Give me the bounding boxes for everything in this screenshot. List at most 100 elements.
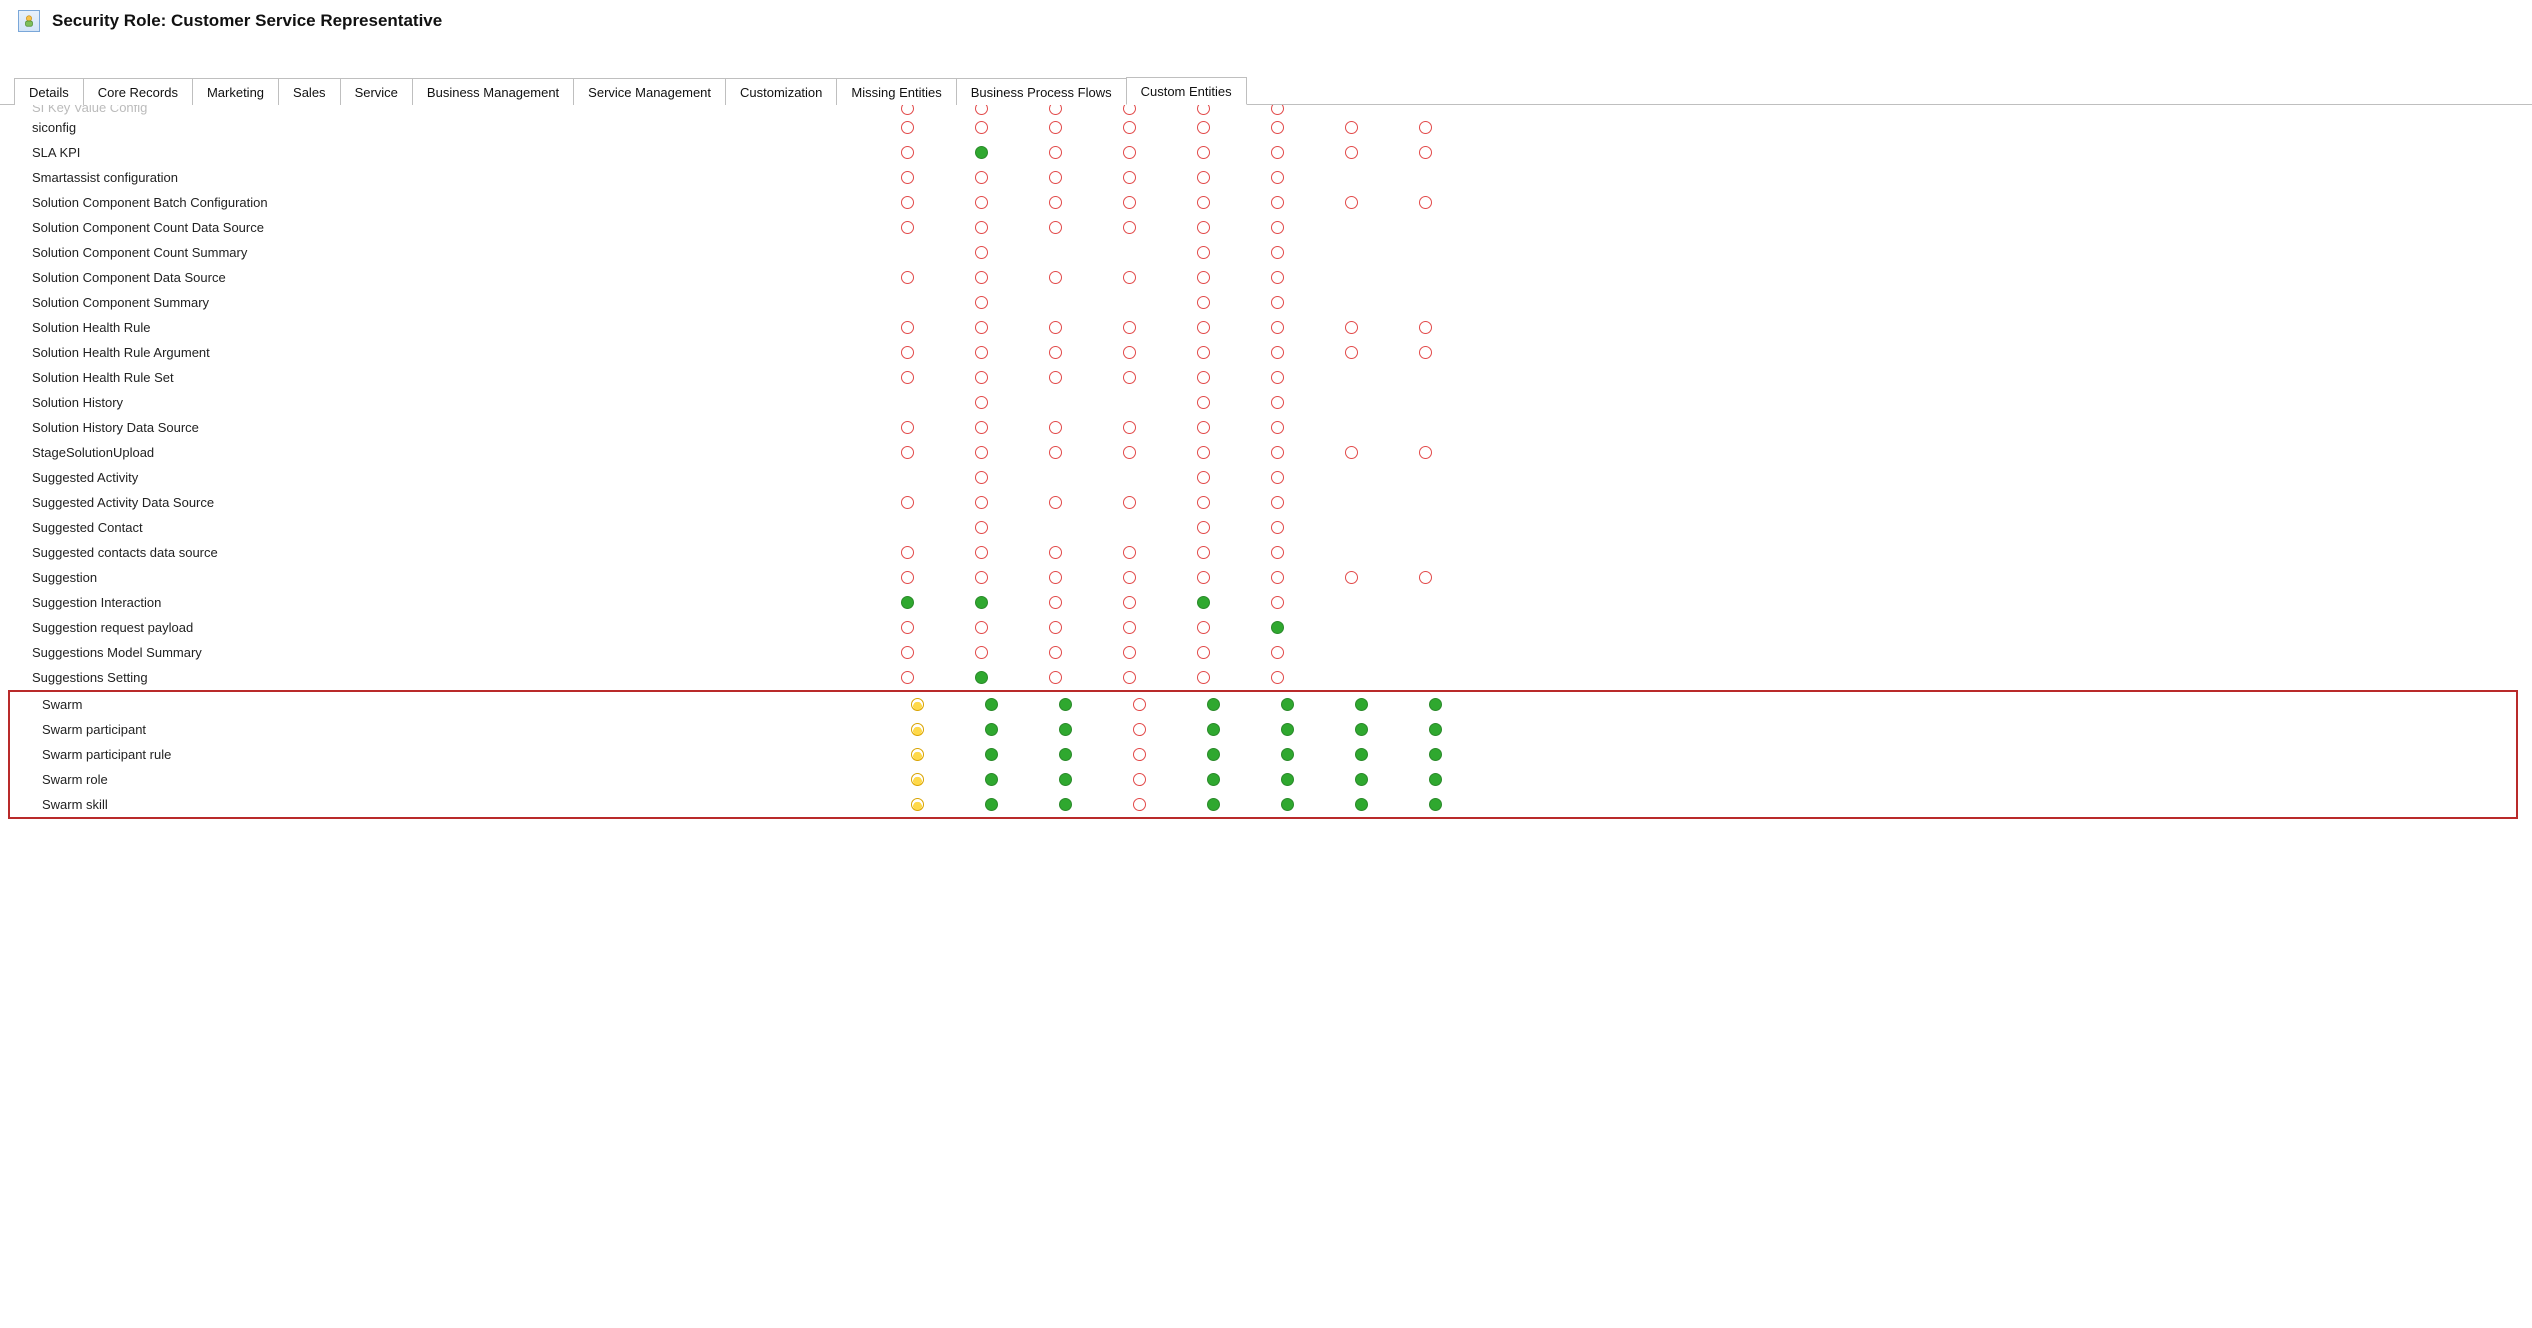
privilege-cell[interactable] [1102,748,1176,761]
privilege-cell[interactable] [1240,496,1314,509]
privilege-cell[interactable] [1092,321,1166,334]
privilege-cell[interactable] [1018,346,1092,359]
tab-core-records[interactable]: Core Records [83,78,193,105]
privilege-cell[interactable] [944,196,1018,209]
privilege-cell[interactable] [1324,723,1398,736]
privilege-cell[interactable] [870,171,944,184]
privilege-cell[interactable] [1240,196,1314,209]
privilege-cell[interactable] [1028,698,1102,711]
privilege-cell[interactable] [1018,196,1092,209]
privilege-cell[interactable] [1166,421,1240,434]
privilege-cell[interactable] [1166,121,1240,134]
privilege-cell[interactable] [870,346,944,359]
tab-business-management[interactable]: Business Management [412,78,574,105]
privilege-cell[interactable] [1102,773,1176,786]
privilege-cell[interactable] [1324,798,1398,811]
privilege-cell[interactable] [1092,271,1166,284]
tab-service-management[interactable]: Service Management [573,78,726,105]
privilege-cell[interactable] [944,521,1018,534]
privilege-cell[interactable] [1240,105,1314,115]
privilege-cell[interactable] [1028,773,1102,786]
privilege-cell[interactable] [1166,346,1240,359]
privilege-cell[interactable] [1240,421,1314,434]
privilege-cell[interactable] [944,146,1018,159]
privilege-cell[interactable] [1324,698,1398,711]
privilege-cell[interactable] [1092,171,1166,184]
privilege-cell[interactable] [1166,396,1240,409]
privilege-cell[interactable] [1102,723,1176,736]
privilege-cell[interactable] [870,196,944,209]
privilege-cell[interactable] [1166,296,1240,309]
privilege-cell[interactable] [1388,196,1462,209]
privilege-cell[interactable] [1028,748,1102,761]
privilege-cell[interactable] [1240,271,1314,284]
privilege-cell[interactable] [1092,446,1166,459]
privilege-cell[interactable] [1398,723,1472,736]
privilege-cell[interactable] [1018,446,1092,459]
privilege-cell[interactable] [1018,121,1092,134]
privilege-cell[interactable] [944,271,1018,284]
privilege-cell[interactable] [870,371,944,384]
privilege-cell[interactable] [1018,171,1092,184]
privilege-cell[interactable] [1176,773,1250,786]
privilege-cell[interactable] [880,723,954,736]
privilege-cell[interactable] [1388,146,1462,159]
privilege-cell[interactable] [1398,698,1472,711]
privilege-cell[interactable] [1092,496,1166,509]
privilege-cell[interactable] [1398,748,1472,761]
privilege-cell[interactable] [870,571,944,584]
privilege-cell[interactable] [1398,798,1472,811]
privilege-cell[interactable] [1240,221,1314,234]
privilege-cell[interactable] [1092,671,1166,684]
privilege-cell[interactable] [1176,798,1250,811]
privilege-cell[interactable] [870,421,944,434]
privilege-cell[interactable] [944,446,1018,459]
privilege-cell[interactable] [944,546,1018,559]
privilege-cell[interactable] [1314,446,1388,459]
privilege-cell[interactable] [1240,246,1314,259]
privilege-cell[interactable] [1166,321,1240,334]
privilege-cell[interactable] [1018,546,1092,559]
privilege-cell[interactable] [1092,346,1166,359]
tab-details[interactable]: Details [14,78,84,105]
privilege-cell[interactable] [944,646,1018,659]
privilege-cell[interactable] [1092,371,1166,384]
privilege-cell[interactable] [1166,371,1240,384]
tab-custom-entities[interactable]: Custom Entities [1126,77,1247,105]
privilege-cell[interactable] [1166,105,1240,115]
privilege-cell[interactable] [944,396,1018,409]
privilege-cell[interactable] [880,698,954,711]
privilege-cell[interactable] [870,546,944,559]
privilege-cell[interactable] [1166,646,1240,659]
privilege-cell[interactable] [954,798,1028,811]
privilege-cell[interactable] [1018,571,1092,584]
privilege-cell[interactable] [954,723,1028,736]
privilege-cell[interactable] [1250,773,1324,786]
privilege-cell[interactable] [944,296,1018,309]
privilege-cell[interactable] [1092,221,1166,234]
privilege-cell[interactable] [954,698,1028,711]
privilege-cell[interactable] [1102,798,1176,811]
privilege-cell[interactable] [944,371,1018,384]
privilege-cell[interactable] [1240,621,1314,634]
privilege-cell[interactable] [880,798,954,811]
privilege-cell[interactable] [1314,196,1388,209]
privilege-cell[interactable] [1018,496,1092,509]
privilege-cell[interactable] [1250,698,1324,711]
privilege-cell[interactable] [1018,371,1092,384]
privilege-cell[interactable] [1240,571,1314,584]
privilege-cell[interactable] [1018,671,1092,684]
privilege-cell[interactable] [1240,521,1314,534]
privilege-cell[interactable] [1092,421,1166,434]
privilege-cell[interactable] [954,748,1028,761]
privilege-cell[interactable] [1092,596,1166,609]
privilege-cell[interactable] [1092,546,1166,559]
privilege-cell[interactable] [1314,146,1388,159]
privilege-cell[interactable] [1028,798,1102,811]
privilege-cell[interactable] [880,748,954,761]
privilege-cell[interactable] [1166,496,1240,509]
privilege-cell[interactable] [1166,446,1240,459]
privilege-cell[interactable] [1018,221,1092,234]
tab-missing-entities[interactable]: Missing Entities [836,78,956,105]
privilege-cell[interactable] [1092,105,1166,115]
